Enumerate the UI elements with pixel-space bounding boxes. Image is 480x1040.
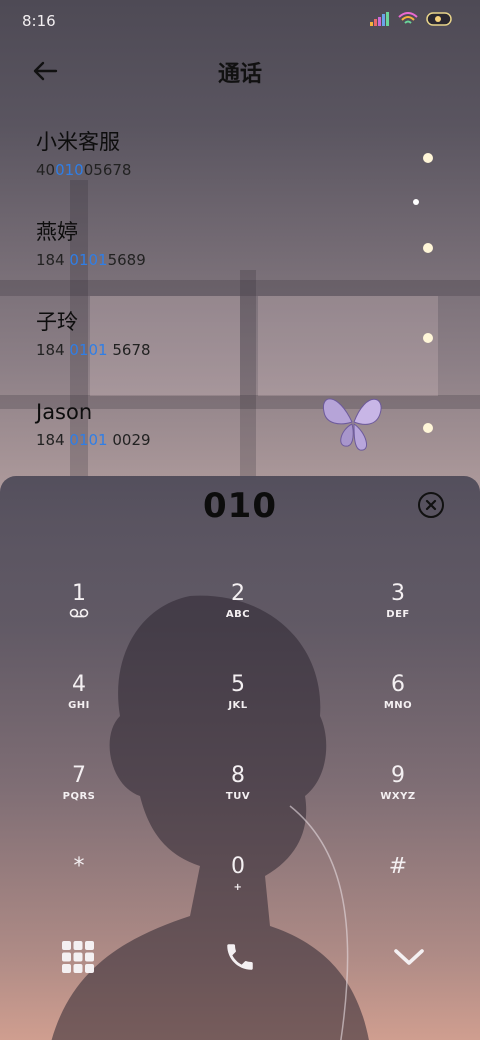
call-button[interactable] — [215, 932, 265, 982]
dial-key-8[interactable]: 8 TUV — [178, 762, 298, 832]
key-letters: JKL — [228, 700, 248, 711]
key-digit: 5 — [231, 672, 245, 697]
key-letters: PQRS — [62, 791, 96, 802]
key-digit: 8 — [231, 763, 245, 788]
key-letters: TUV — [225, 791, 251, 802]
signal-icon — [370, 12, 389, 26]
number-match-highlight: 0101 — [69, 431, 108, 449]
key-digit: 3 — [391, 581, 405, 606]
number-suffix: 5678 — [107, 341, 151, 359]
key-digit: 0 — [231, 854, 245, 879]
chevron-down-icon — [394, 949, 424, 965]
keypad-toggle-button[interactable] — [53, 932, 103, 982]
number-prefix: 184 — [36, 431, 70, 449]
status-bar: 8:16 — [0, 0, 480, 44]
dial-key-6[interactable]: 6 MNO — [338, 671, 458, 741]
key-digit: * — [73, 854, 85, 879]
key-letters: + — [233, 882, 243, 893]
number-suffix: 05678 — [83, 161, 132, 179]
number-match-highlight: 0101 — [69, 251, 108, 269]
key-letters: DEF — [386, 609, 410, 620]
dial-key-3[interactable]: 3 DEF — [338, 580, 458, 650]
key-letters: MNO — [383, 700, 413, 711]
contact-number: 4001005678 — [36, 160, 416, 180]
battery-icon — [426, 12, 452, 26]
dial-key-5[interactable]: 5 JKL — [178, 671, 298, 741]
clear-button[interactable] — [418, 492, 444, 518]
dial-key-9[interactable]: 9 WXYZ — [338, 762, 458, 832]
key-digit: 1 — [72, 581, 86, 606]
key-digit: 2 — [231, 581, 245, 606]
voicemail-icon — [69, 608, 89, 618]
status-time: 8:16 — [22, 12, 56, 30]
number-suffix: 0029 — [107, 431, 151, 449]
key-digit: 4 — [72, 672, 86, 697]
key-letters: GHI — [68, 700, 90, 711]
dial-key-0[interactable]: 0 + — [178, 853, 298, 923]
hide-keypad-button[interactable] — [384, 932, 434, 982]
number-match-highlight: 0101 — [69, 341, 108, 359]
number-prefix: 40 — [36, 161, 56, 179]
contact-name: 子玲 — [36, 310, 78, 334]
key-letters: WXYZ — [380, 791, 416, 802]
contact-item[interactable]: 燕婷 184 01015689 — [36, 218, 416, 308]
key-digit: # — [388, 854, 408, 879]
page-title: 通话 — [217, 62, 262, 87]
wifi-icon — [398, 12, 418, 24]
number-prefix: 184 — [36, 341, 70, 359]
dial-key-4[interactable]: 4 GHI — [19, 671, 139, 741]
dial-key-2[interactable]: 2 ABC — [178, 580, 298, 650]
contact-item[interactable]: 小米客服 4001005678 — [36, 128, 416, 218]
contact-list: 小米客服 4001005678 燕婷 184 01015689 子玲 184 0… — [36, 128, 416, 488]
number-prefix: 184 — [36, 251, 70, 269]
clear-x-icon — [425, 499, 437, 511]
phone-call-icon — [227, 944, 253, 970]
number-suffix: 5689 — [107, 251, 146, 269]
grid-icon — [62, 941, 94, 973]
contact-name: 燕婷 — [36, 220, 78, 244]
contact-item[interactable]: Jason 184 0101 0029 — [36, 398, 416, 488]
dial-key-hash[interactable]: # — [338, 853, 458, 923]
key-letters: ABC — [225, 609, 251, 620]
contact-number: 184 0101 0029 — [36, 430, 416, 450]
dial-input-display[interactable]: 010 — [0, 486, 480, 526]
header: 通话 — [0, 44, 480, 100]
contact-number: 184 01015689 — [36, 250, 416, 270]
contact-name: 小米客服 — [36, 130, 120, 154]
number-match-highlight: 010 — [55, 161, 84, 179]
contact-number: 184 0101 5678 — [36, 340, 416, 360]
dial-key-star[interactable]: * — [19, 853, 139, 923]
dial-key-1[interactable]: 1 — [19, 580, 139, 650]
status-icons — [370, 12, 454, 26]
dial-key-7[interactable]: 7 PQRS — [19, 762, 139, 832]
contact-item[interactable]: 子玲 184 0101 5678 — [36, 308, 416, 398]
contact-name: Jason — [36, 400, 93, 424]
dialpad-panel: 010 1 2 ABC 3 DEF 4 GHI 5 JKL 6 MNO 7 PQ… — [0, 476, 480, 1040]
key-digit: 6 — [391, 672, 405, 697]
key-digit: 9 — [391, 763, 405, 788]
key-digit: 7 — [72, 763, 86, 788]
